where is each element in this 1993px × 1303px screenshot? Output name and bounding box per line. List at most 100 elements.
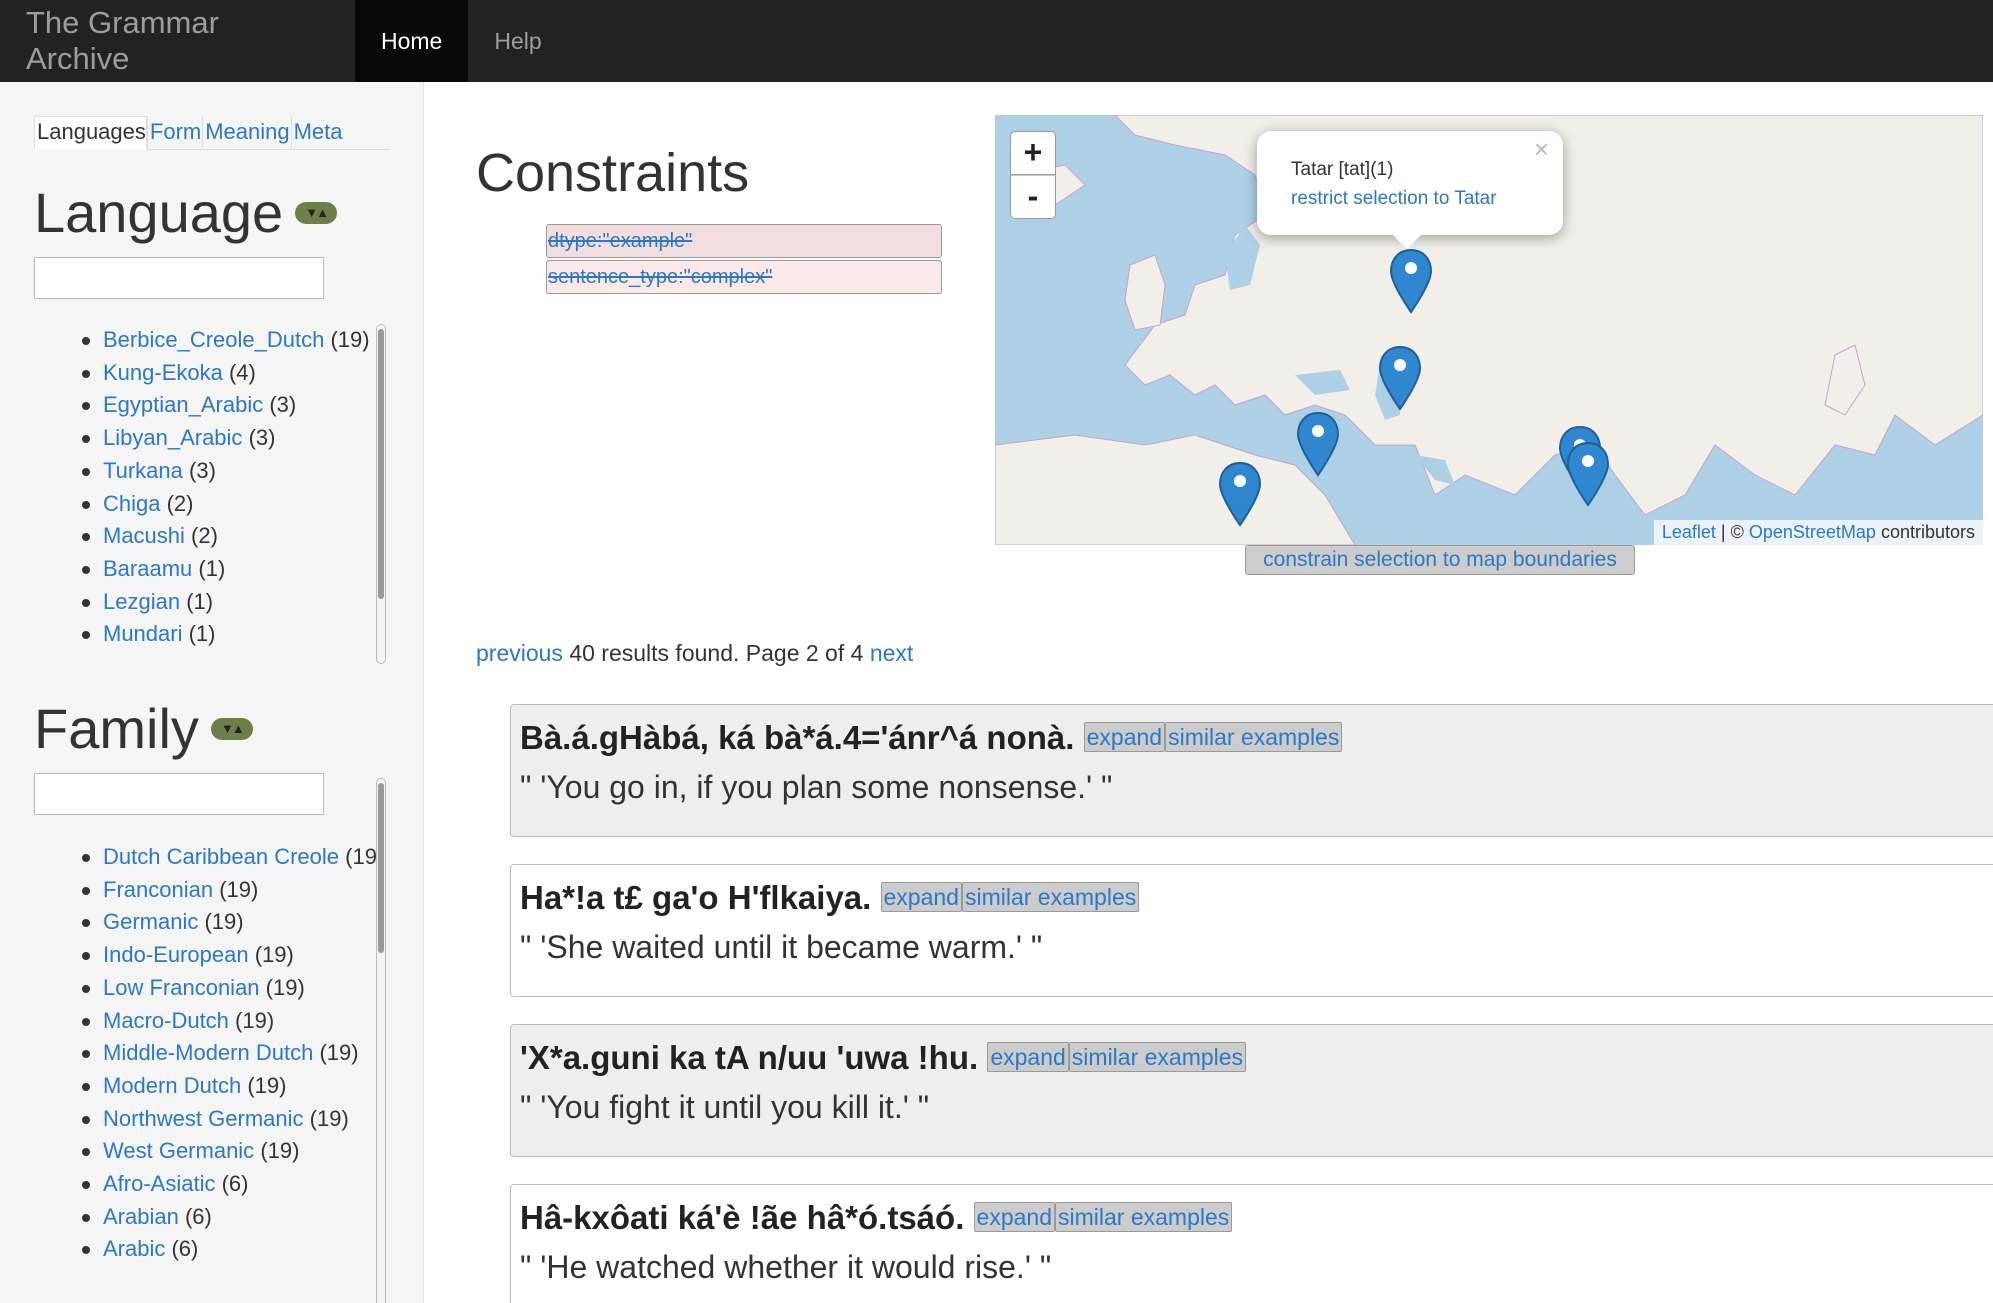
language-scroll-thumb[interactable] — [378, 329, 384, 599]
tab-meta[interactable]: Meta — [290, 116, 344, 150]
facet-item-count: (6) — [184, 1203, 212, 1229]
popup-restrict-link[interactable]: restrict selection to Tatar — [1291, 188, 1497, 209]
family-scroll-thumb[interactable] — [378, 783, 384, 953]
expand-button[interactable]: expand — [880, 882, 962, 913]
result-card: 'X*a.guni ka tA n/uu 'uwa !hu. expand sim… — [510, 1024, 1993, 1157]
result-title: Hâ-kxôati ká'è !ãe hâ*ó.tsáó. expand simi… — [520, 1199, 1233, 1237]
facet-item: Low Franconian (19) — [82, 972, 392, 1005]
facet-item: Berbice_Creole_Dutch (19) — [82, 324, 382, 357]
facet-item-count: (4) — [228, 359, 256, 385]
tab-languages[interactable]: Languages — [34, 116, 147, 150]
facet-item-count: (19) — [247, 1072, 287, 1098]
facet-item-link[interactable]: Franconian — [103, 877, 213, 902]
zoom-in-button[interactable]: + — [1010, 131, 1056, 175]
facet-item-link[interactable]: Indo-European — [103, 942, 249, 967]
facet-item-link[interactable]: Turkana — [103, 458, 183, 483]
map-popup: × Tatar [tat](1) restrict selection to T… — [1257, 131, 1563, 235]
facet-item-link[interactable]: Egyptian_Arabic — [103, 392, 263, 417]
result-card: Hâ-kxôati ká'è !ãe hâ*ó.tsáó. expand simi… — [510, 1184, 1993, 1303]
facet-item: Macushi (2) — [82, 520, 382, 553]
facet-item: Turkana (3) — [82, 455, 382, 488]
attribution-suffix: contributors — [1875, 522, 1975, 542]
map-marker-libya[interactable] — [1217, 461, 1263, 527]
result-sentence: Bà.á.gHàbá, ká bà*á.4='ánr^á nonà. — [520, 719, 1075, 756]
constraints-title: Constraints — [476, 143, 750, 203]
expand-button[interactable]: expand — [973, 1202, 1055, 1233]
facet-item-count: (6) — [221, 1171, 249, 1197]
map-marker-tatar[interactable] — [1388, 248, 1434, 314]
expand-button[interactable]: expand — [1083, 722, 1166, 753]
map-marker-caucasus[interactable] — [1377, 345, 1423, 411]
zoom-out-button[interactable]: - — [1010, 175, 1056, 219]
facet-item: Macro-Dutch (19) — [82, 1005, 392, 1038]
facet-item-count: (1) — [186, 588, 214, 614]
facet-item-count: (1) — [188, 621, 216, 647]
map-marker-india-2[interactable] — [1565, 441, 1611, 507]
constrain-map-button[interactable]: constrain selection to map boundaries — [1245, 545, 1635, 575]
land-britain — [1124, 254, 1166, 331]
facet-item-link[interactable]: Afro-Asiatic — [103, 1171, 215, 1196]
facet-item-link[interactable]: Baraamu — [103, 556, 192, 581]
facet-item-link[interactable]: Kung-Ekoka — [103, 360, 223, 385]
facet-item-count: (19) — [254, 942, 294, 968]
facet-item-link[interactable]: Mundari — [103, 621, 182, 646]
facet-item-link[interactable]: Berbice_Creole_Dutch — [103, 327, 324, 352]
facet-item-link[interactable]: Lezgian — [103, 589, 180, 614]
language-list-scrollbar[interactable] — [376, 324, 386, 664]
facet-item-count: (19) — [219, 876, 259, 902]
sidebar-tabs: Languages Form Meaning Meta — [34, 116, 390, 150]
facet-item-link[interactable]: Macushi — [103, 523, 185, 548]
previous-link[interactable]: previous — [476, 640, 563, 666]
nav-help[interactable]: Help — [468, 0, 567, 82]
facet-item-link[interactable]: Middle-Modern Dutch — [103, 1040, 313, 1065]
similar-examples-button[interactable]: similar examples — [961, 882, 1140, 913]
facet-item: Northwest Germanic (19) — [82, 1103, 392, 1136]
leaflet-link[interactable]: Leaflet — [1662, 522, 1716, 542]
language-facet-title: Language ▼▲ — [34, 180, 338, 245]
facet-item-count: (2) — [166, 490, 194, 516]
facet-item: Mundari (1) — [82, 618, 382, 651]
family-facet-title-text: Family — [34, 697, 199, 760]
facet-item-count: (19) — [235, 1007, 275, 1033]
language-facet-title-text: Language — [34, 181, 284, 244]
expand-button[interactable]: expand — [987, 1042, 1069, 1073]
similar-examples-button[interactable]: similar examples — [1055, 1202, 1233, 1233]
facet-item-link[interactable]: West Germanic — [103, 1138, 254, 1163]
facet-item-link[interactable]: Germanic — [103, 909, 198, 934]
facet-item-link[interactable]: Low Franconian — [103, 975, 260, 1000]
next-link[interactable]: next — [870, 640, 913, 666]
facet-item-link[interactable]: Arabian — [103, 1204, 179, 1229]
map-marker-egypt[interactable] — [1295, 411, 1341, 477]
facet-item-link[interactable]: Dutch Caribbean Creole — [103, 844, 339, 869]
language-toggle-icon[interactable]: ▼▲ — [295, 202, 338, 225]
language-filter-input[interactable] — [34, 257, 324, 299]
facet-item-count: (2) — [191, 523, 218, 549]
facet-item-link[interactable]: Northwest Germanic — [103, 1106, 304, 1131]
result-card: Ha*!a t£ ga'o H'flkaiya. expand similar e… — [510, 864, 1993, 997]
similar-examples-button[interactable]: similar examples — [1165, 722, 1343, 753]
constraint-dtype[interactable]: dtype:"example" — [546, 224, 942, 258]
constraint-sentence-type[interactable]: sentence_type:"complex" — [546, 260, 942, 294]
family-list-scrollbar[interactable] — [376, 778, 386, 1303]
tab-meaning[interactable]: Meaning — [202, 116, 290, 150]
facet-item: Baraamu (1) — [82, 553, 382, 586]
facet-item-link[interactable]: Chiga — [103, 491, 160, 516]
facet-item-link[interactable]: Modern Dutch — [103, 1073, 241, 1098]
facet-item-count: (19) — [319, 1040, 359, 1066]
family-toggle-icon[interactable]: ▼▲ — [210, 718, 253, 741]
family-filter-input[interactable] — [34, 773, 324, 815]
facet-item-link[interactable]: Arabic — [103, 1236, 165, 1261]
facet-item: West Germanic (19) — [82, 1135, 392, 1168]
brand-title[interactable]: The Grammar Archive — [0, 0, 355, 82]
language-map[interactable]: + - × Tatar [tat](1) restrict selection … — [995, 115, 1983, 545]
osm-link[interactable]: OpenStreetMap — [1749, 522, 1876, 542]
facet-item: Middle-Modern Dutch (19) — [82, 1037, 392, 1070]
tab-form[interactable]: Form — [146, 116, 202, 150]
facet-item: Lezgian (1) — [82, 586, 382, 619]
popup-close-icon[interactable]: × — [1534, 135, 1549, 164]
facet-item-link[interactable]: Libyan_Arabic — [103, 425, 242, 450]
facet-item-link[interactable]: Macro-Dutch — [103, 1008, 229, 1033]
nav-home[interactable]: Home — [355, 0, 469, 82]
similar-examples-button[interactable]: similar examples — [1068, 1042, 1247, 1073]
facet-item: Arabian (6) — [82, 1201, 392, 1234]
